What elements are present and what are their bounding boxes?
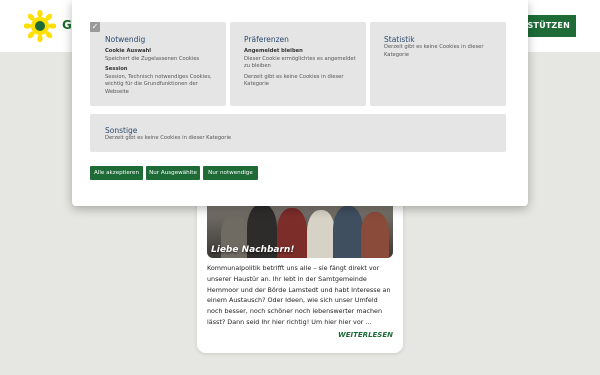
checkbox-notwendig[interactable]: ✓ bbox=[90, 22, 100, 32]
cookie-name: Cookie Auswahl bbox=[105, 48, 152, 54]
image-person bbox=[333, 206, 363, 258]
category-title: Sonstige bbox=[105, 126, 138, 135]
cookie-description: Dieser Cookie ermöglichtes es angemeldet… bbox=[244, 55, 356, 70]
category-details: Angemeldet bleiben Dieser Cookie ermögli… bbox=[244, 48, 360, 92]
accept-all-button[interactable]: Alle akzeptieren bbox=[90, 166, 143, 180]
cookie-name: Session bbox=[105, 66, 128, 73]
accept-necessary-button[interactable]: Nur notwendige bbox=[203, 166, 258, 180]
cookie-description: Session, Technisch notwendiges Cookies, … bbox=[105, 73, 212, 95]
card-text: Kommunalpolitik betrifft uns alle – sie … bbox=[207, 264, 391, 326]
read-more-link[interactable]: WEITERLESEN bbox=[338, 331, 393, 339]
sunflower-logo-icon[interactable] bbox=[24, 10, 56, 42]
image-person bbox=[307, 210, 335, 258]
category-sonstige[interactable] bbox=[90, 114, 506, 152]
category-description: Derzeit gibt es keine Cookies in dieser … bbox=[384, 44, 484, 58]
image-person bbox=[361, 212, 389, 258]
cookie-description: Derzeit gibt es keine Cookies in dieser … bbox=[244, 73, 344, 88]
cookie-description: Speichert die Zugelassenen Cookies bbox=[105, 55, 200, 62]
cookie-consent-dialog: ✓ Notwendig Cookie Auswahl Speichert die… bbox=[72, 0, 528, 206]
news-card[interactable]: Liebe Nachbarn! Kommunalpolitik betrifft… bbox=[197, 190, 403, 353]
accept-selected-button[interactable]: Nur Ausgewählte bbox=[146, 166, 200, 180]
category-description: Derzeit gibt es keine Cookies in dieser … bbox=[105, 135, 232, 141]
image-caption: Liebe Nachbarn! bbox=[211, 245, 295, 255]
category-title: Statistik bbox=[384, 35, 415, 44]
category-title: Notwendig bbox=[105, 35, 146, 44]
category-details: Cookie Auswahl Speichert die Zugelassene… bbox=[105, 48, 221, 100]
category-title: Präferenzen bbox=[244, 35, 289, 44]
cookie-name: Angemeldet bleiben bbox=[244, 48, 303, 54]
